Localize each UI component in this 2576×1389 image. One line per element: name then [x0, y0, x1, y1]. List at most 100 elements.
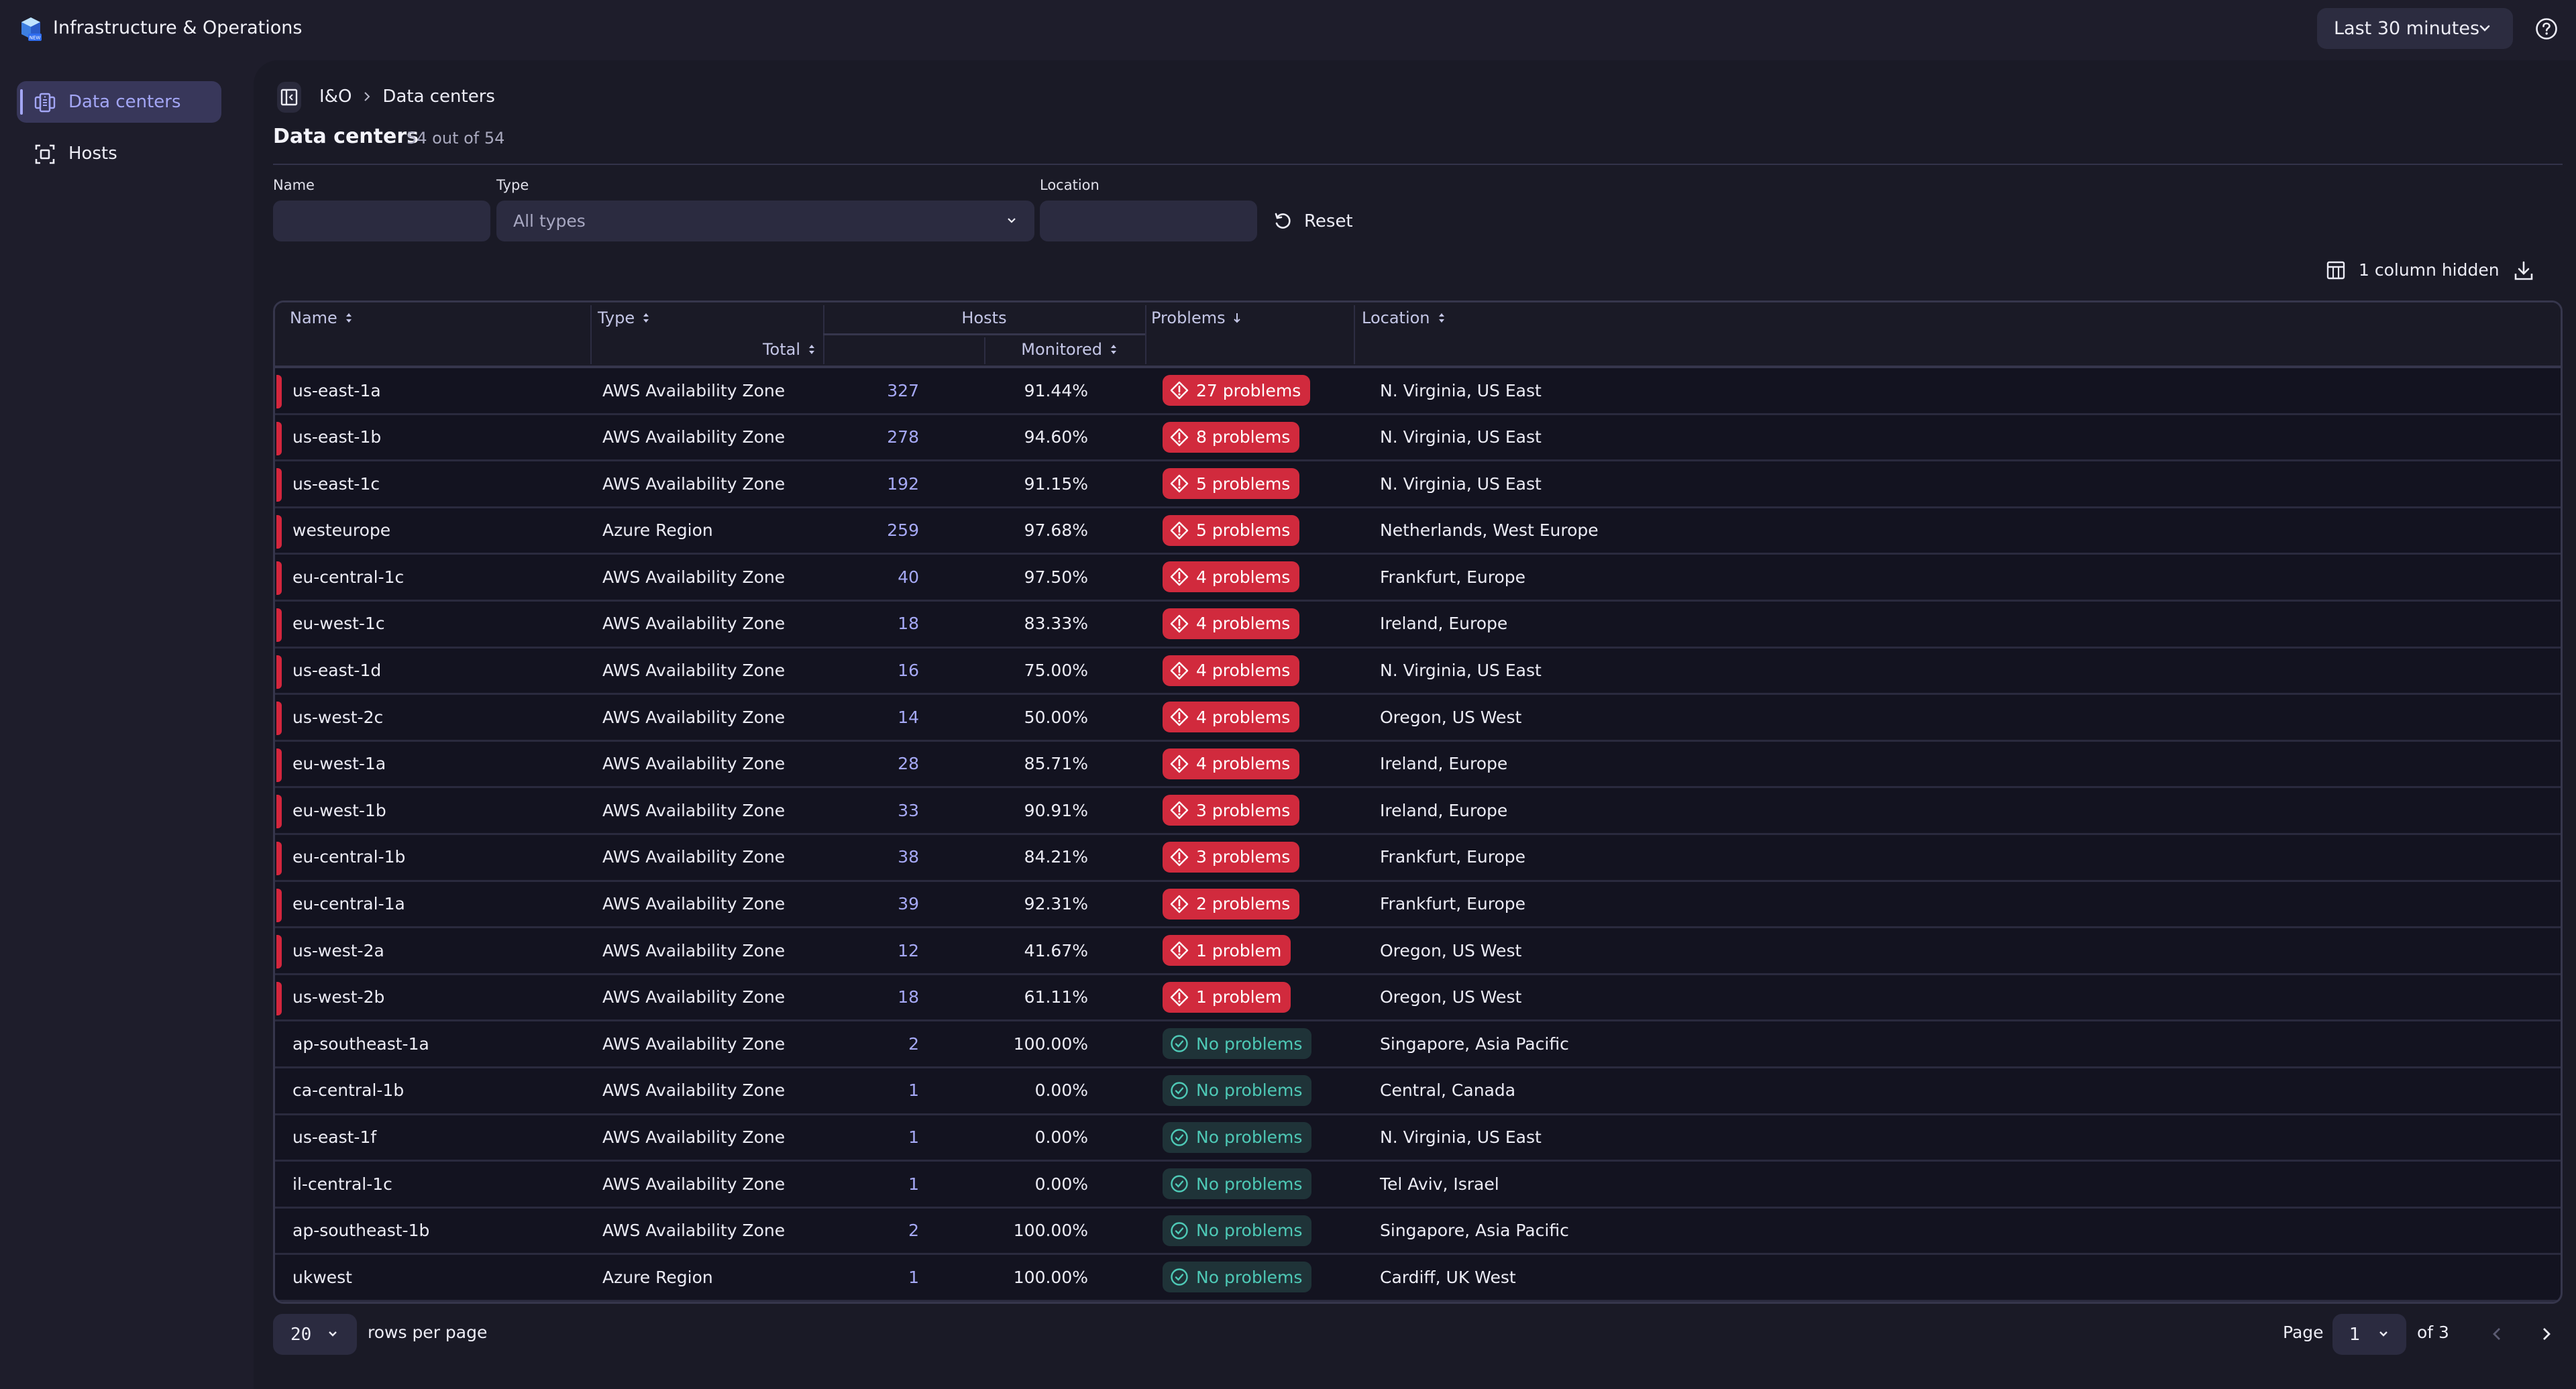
cell-hosts-total[interactable]: 18: [898, 975, 919, 1019]
table-row[interactable]: us-east-1f AWS Availability Zone 1 0.00% No …: [275, 1115, 2561, 1162]
name-filter-input[interactable]: [273, 201, 490, 241]
cell-name[interactable]: us-west-2a: [292, 928, 384, 973]
table-row[interactable]: us-west-2c AWS Availability Zone 14 50.00% 4…: [275, 695, 2561, 742]
download-icon[interactable]: [2513, 260, 2534, 282]
cell-name[interactable]: us-east-1c: [292, 461, 380, 506]
table-row[interactable]: eu-west-1b AWS Availability Zone 33 90.91% 3…: [275, 788, 2561, 835]
problems-badge[interactable]: 27 problems: [1163, 375, 1311, 406]
table-row[interactable]: ukwest Azure Region 1 100.00% No problems Car…: [275, 1255, 2561, 1302]
no-problems-badge[interactable]: No problems: [1163, 1168, 1312, 1200]
column-header-problems[interactable]: Problems: [1151, 307, 1242, 329]
cell-name[interactable]: eu-central-1a: [292, 882, 405, 926]
problems-badge[interactable]: 4 problems: [1163, 655, 1300, 686]
cell-name[interactable]: eu-central-1c: [292, 555, 404, 599]
cell-hosts-total[interactable]: 327: [887, 368, 919, 412]
sidebar-item-data-centers[interactable]: Data centers: [17, 81, 221, 123]
cell-name[interactable]: eu-west-1b: [292, 788, 386, 832]
table-row[interactable]: eu-central-1c AWS Availability Zone 40 97.5…: [275, 555, 2561, 602]
cell-hosts-total[interactable]: 38: [898, 835, 919, 879]
sidebar-toggle-button[interactable]: [277, 82, 301, 113]
cell-hosts-total[interactable]: 192: [887, 461, 919, 506]
cell-hosts-total[interactable]: 40: [898, 555, 919, 599]
help-icon[interactable]: [2535, 17, 2558, 40]
table-row[interactable]: us-west-2a AWS Availability Zone 12 41.67% 1…: [275, 928, 2561, 975]
cell-name[interactable]: ap-southeast-1b: [292, 1209, 429, 1253]
problems-badge[interactable]: 4 problems: [1163, 561, 1300, 593]
problems-badge[interactable]: 3 problems: [1163, 841, 1300, 873]
cell-hosts-total[interactable]: 1: [908, 1162, 919, 1206]
reset-button[interactable]: Reset: [1273, 205, 1353, 237]
rows-per-page-select[interactable]: 20: [273, 1314, 357, 1355]
cell-hosts-total[interactable]: 16: [898, 649, 919, 693]
column-header-type[interactable]: Type: [598, 307, 651, 329]
table-row[interactable]: us-west-2b AWS Availability Zone 18 61.11% 1…: [275, 975, 2561, 1022]
problems-badge[interactable]: 4 problems: [1163, 608, 1300, 639]
cell-name[interactable]: eu-west-1c: [292, 602, 385, 646]
table-row[interactable]: eu-west-1a AWS Availability Zone 28 85.71% 4…: [275, 742, 2561, 789]
column-header-total[interactable]: Total: [763, 339, 816, 360]
breadcrumb-root-link[interactable]: I&O: [319, 85, 352, 109]
cell-hosts-total[interactable]: 2: [908, 1021, 919, 1066]
problems-badge[interactable]: 2 problems: [1163, 888, 1300, 920]
problems-badge[interactable]: 4 problems: [1163, 748, 1300, 779]
no-problems-badge[interactable]: No problems: [1163, 1074, 1312, 1106]
cell-hosts-total[interactable]: 1: [908, 1255, 919, 1299]
column-settings-button[interactable]: 1 column hidden: [2326, 260, 2500, 280]
cell-name[interactable]: il-central-1c: [292, 1162, 392, 1206]
column-header-monitored[interactable]: Monitored: [1021, 339, 1118, 360]
next-page-button[interactable]: [2538, 1324, 2555, 1344]
table-row[interactable]: ap-southeast-1b AWS Availability Zone 2 100…: [275, 1209, 2561, 1256]
no-problems-badge[interactable]: No problems: [1163, 1121, 1312, 1153]
cell-name[interactable]: us-east-1f: [292, 1115, 376, 1160]
cell-name[interactable]: eu-west-1a: [292, 742, 386, 786]
cell-name[interactable]: us-west-2c: [292, 695, 383, 739]
cell-name[interactable]: ap-southeast-1a: [292, 1021, 429, 1066]
cell-hosts-total[interactable]: 12: [898, 928, 919, 973]
cell-hosts-total[interactable]: 39: [898, 882, 919, 926]
cell-hosts-total[interactable]: 28: [898, 742, 919, 786]
table-row[interactable]: eu-west-1c AWS Availability Zone 18 83.33% 4…: [275, 602, 2561, 649]
table-row[interactable]: il-central-1c AWS Availability Zone 1 0.00%…: [275, 1162, 2561, 1209]
problems-badge[interactable]: 5 problems: [1163, 468, 1300, 500]
no-problems-badge[interactable]: No problems: [1163, 1028, 1312, 1060]
table-row[interactable]: eu-central-1b AWS Availability Zone 38 84.2…: [275, 835, 2561, 882]
location-filter-input[interactable]: [1040, 201, 1257, 241]
cell-name[interactable]: us-east-1a: [292, 368, 381, 412]
cell-hosts-total[interactable]: 1: [908, 1115, 919, 1160]
table-row[interactable]: us-east-1c AWS Availability Zone 192 91.15%…: [275, 461, 2561, 508]
cell-name[interactable]: westeurope: [292, 508, 390, 553]
table-row[interactable]: us-east-1a AWS Availability Zone 327 91.44%…: [275, 368, 2561, 415]
cell-name[interactable]: ca-central-1b: [292, 1068, 404, 1113]
cell-name[interactable]: ukwest: [292, 1255, 352, 1299]
column-header-name[interactable]: Name: [290, 307, 354, 329]
problems-badge[interactable]: 1 problem: [1163, 981, 1291, 1013]
cell-name[interactable]: us-east-1b: [292, 415, 381, 459]
problems-badge[interactable]: 3 problems: [1163, 795, 1300, 826]
page-select[interactable]: 1: [2332, 1314, 2406, 1355]
cell-hosts-total[interactable]: 14: [898, 695, 919, 739]
cell-hosts-total[interactable]: 33: [898, 788, 919, 832]
no-problems-badge[interactable]: No problems: [1163, 1262, 1312, 1293]
problems-badge[interactable]: 4 problems: [1163, 702, 1300, 733]
column-header-location[interactable]: Location: [1362, 307, 1446, 329]
problems-badge[interactable]: 8 problems: [1163, 421, 1300, 453]
cell-hosts-total[interactable]: 2: [908, 1209, 919, 1253]
problems-badge[interactable]: 5 problems: [1163, 514, 1300, 546]
cell-name[interactable]: us-east-1d: [292, 649, 381, 693]
cell-hosts-total[interactable]: 259: [887, 508, 919, 553]
cell-name[interactable]: us-west-2b: [292, 975, 384, 1019]
timeframe-selector[interactable]: Last 30 minutes: [2317, 8, 2513, 49]
table-row[interactable]: ca-central-1b AWS Availability Zone 1 0.00%…: [275, 1068, 2561, 1115]
cell-hosts-total[interactable]: 278: [887, 415, 919, 459]
type-filter-select[interactable]: All types: [496, 201, 1034, 241]
table-row[interactable]: eu-central-1a AWS Availability Zone 39 92.3…: [275, 882, 2561, 929]
previous-page-button[interactable]: [2489, 1324, 2505, 1344]
problems-badge[interactable]: 1 problem: [1163, 935, 1291, 966]
table-row[interactable]: westeurope Azure Region 259 97.68% 5 problem…: [275, 508, 2561, 555]
cell-hosts-total[interactable]: 1: [908, 1068, 919, 1113]
cell-name[interactable]: eu-central-1b: [292, 835, 405, 879]
cell-hosts-total[interactable]: 18: [898, 602, 919, 646]
table-row[interactable]: us-east-1b AWS Availability Zone 278 94.60%…: [275, 415, 2561, 462]
table-row[interactable]: us-east-1d AWS Availability Zone 16 75.00% 4…: [275, 649, 2561, 696]
sidebar-item-hosts[interactable]: Hosts: [17, 133, 221, 174]
